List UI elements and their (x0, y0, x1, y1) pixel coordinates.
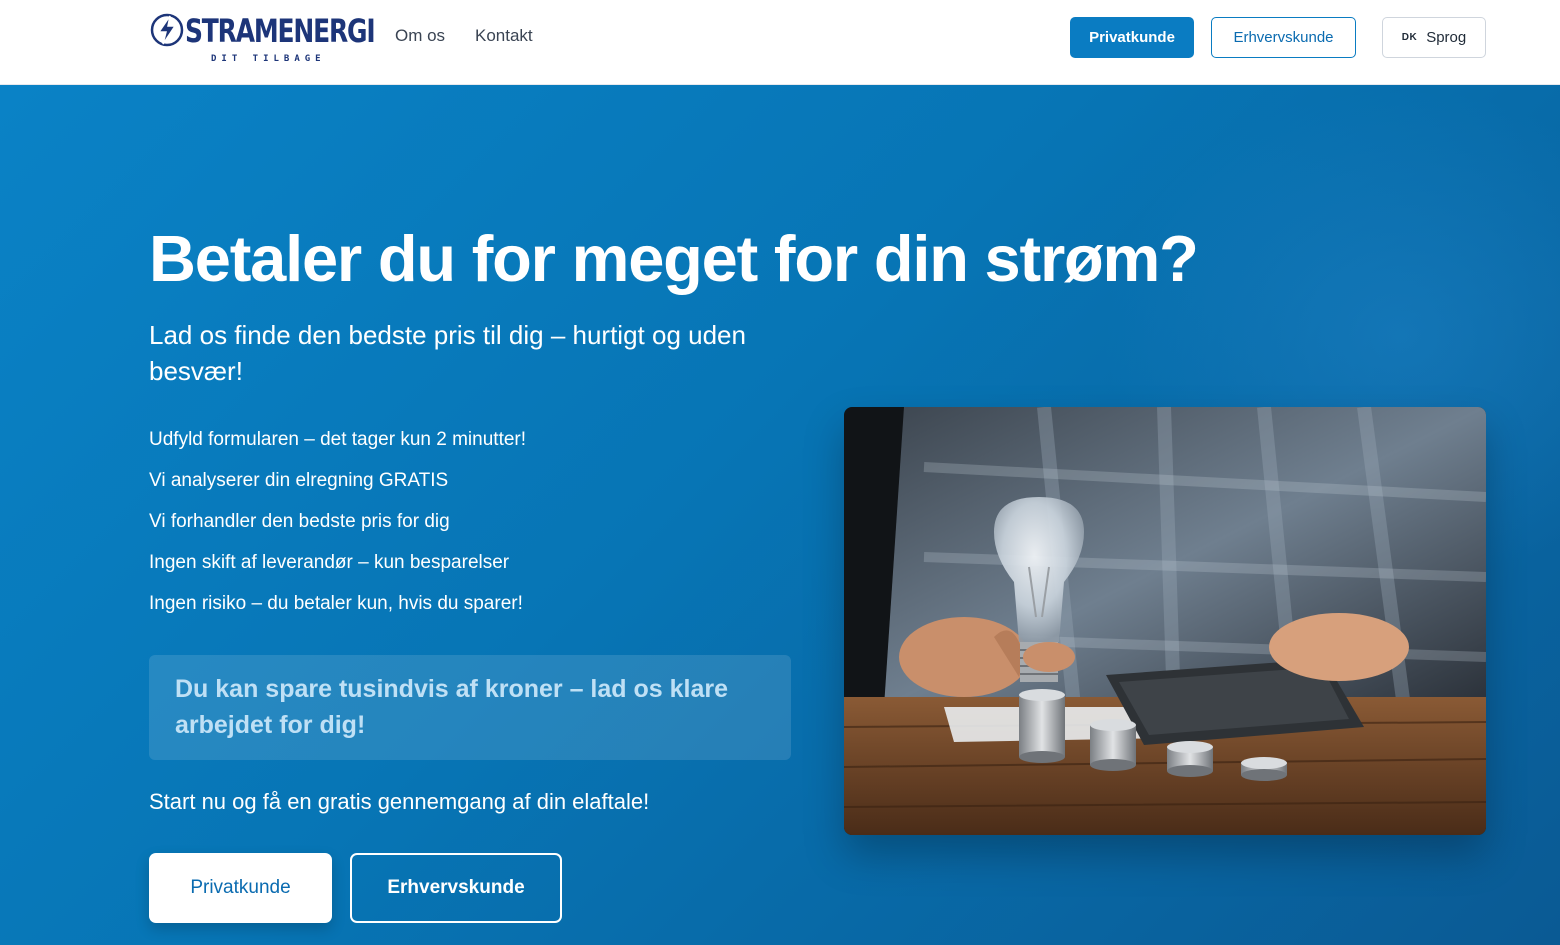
lightning-bolt-icon (150, 13, 184, 47)
benefit-item: Vi forhandler den bedste pris for dig (149, 511, 450, 532)
lightbulb-coins-illustration (844, 407, 1486, 835)
benefit-item: Ingen skift af leverandør – kun besparel… (149, 552, 510, 573)
hero-subheadline: Lad os finde den bedste pris til dig – h… (149, 320, 746, 386)
nav-link-kontakt[interactable]: Kontakt (475, 26, 533, 46)
logo-tagline: DIT TILBAGE (211, 54, 326, 64)
hero-photo-lightbulb-coins (844, 407, 1486, 835)
private-customer-button[interactable]: Privatkunde (1070, 17, 1194, 58)
hero-headline: Betaler du for meget for din strøm? (149, 222, 1199, 295)
language-label: Sprog (1426, 29, 1467, 46)
business-customer-button[interactable]: Erhvervskunde (1211, 17, 1356, 58)
hero-business-customer-button[interactable]: Erhvervskunde (350, 853, 562, 923)
cta-text: Start nu og få en gratis gennemgang af d… (149, 789, 650, 814)
site-header: STRAMENERGI DIT TILBAGE Om os Kontakt Pr… (0, 0, 1560, 85)
benefit-item: Ingen risiko – du betaler kun, hvis du s… (149, 593, 523, 614)
dk-flag-icon: DK (1401, 32, 1418, 43)
logo-wordmark: STRAMENERGI (185, 12, 376, 50)
benefit-item: Udfyld formularen – det tager kun 2 minu… (149, 429, 527, 450)
benefit-item: Vi analyserer din elregning GRATIS (149, 470, 449, 491)
hero-section: Betaler du for meget for din strøm? Lad … (0, 85, 1560, 945)
language-button[interactable]: DK Sprog (1382, 17, 1486, 58)
callout-text: Du kan spare tusindvis af kroner – lad o… (175, 675, 728, 739)
stramenergi-logo[interactable]: STRAMENERGI DIT TILBAGE (149, 10, 376, 68)
savings-callout: Du kan spare tusindvis af kroner – lad o… (149, 655, 791, 760)
hero-private-customer-button[interactable]: Privatkunde (149, 853, 332, 923)
benefit-list: Udfyld formularen – det tager kun 2 minu… (149, 428, 526, 633)
nav-link-om-os[interactable]: Om os (395, 26, 445, 46)
